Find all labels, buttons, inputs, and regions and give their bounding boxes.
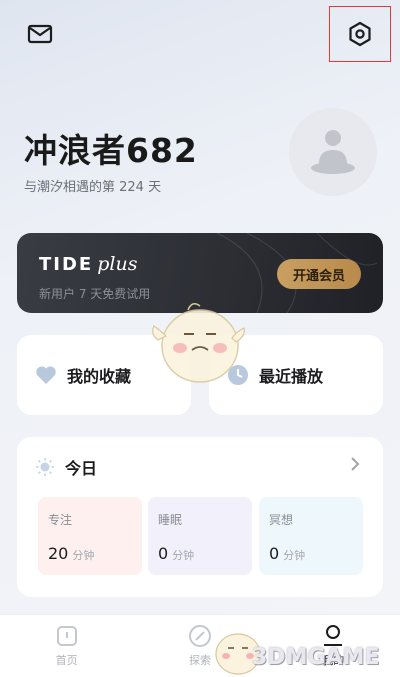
trial-subtitle: 新用户 7 天免费试用 (39, 287, 151, 301)
settings-button[interactable] (329, 6, 391, 62)
stat-value: 0 (158, 544, 169, 563)
mail-icon (27, 24, 53, 44)
today-header: 今日 (35, 455, 97, 479)
stat-label: 睡眠 (158, 513, 183, 527)
favorites-label: 我的收藏 (67, 367, 132, 386)
today-card[interactable]: 今日 专注 20 分钟 睡眠 0 分钟 冥想 0 分钟 (17, 437, 383, 597)
stat-label: 专注 (48, 513, 73, 527)
chevron-right-icon[interactable] (349, 455, 361, 477)
stat-label: 冥想 (269, 513, 294, 527)
stat-unit: 分钟 (72, 549, 95, 562)
settings-icon (349, 21, 371, 47)
username: 冲浪者682 (24, 131, 198, 170)
clock-icon (228, 365, 248, 385)
home-icon (56, 626, 77, 646)
tide-plus-logo: TIDE plus (39, 253, 138, 275)
open-membership-button[interactable]: 开通会员 (277, 259, 361, 289)
stat-unit: 分钟 (283, 549, 306, 562)
tide-plus-card[interactable]: TIDE plus 新用户 7 天免费试用 开通会员 (17, 233, 383, 313)
compass-icon (188, 625, 211, 647)
stat-value: 0 (269, 544, 280, 563)
sun-icon (36, 458, 54, 476)
watermark-text: 3DMGAME (252, 645, 380, 670)
recent-played-card[interactable]: 最近播放 (209, 335, 383, 415)
stat-meditation[interactable]: 冥想 0 分钟 (259, 497, 363, 575)
recent-label: 最近播放 (259, 367, 324, 386)
days-count-text: 与潮汐相遇的第 224 天 (24, 180, 162, 195)
heart-icon (36, 366, 56, 384)
avatar[interactable] (289, 108, 377, 196)
stat-value: 20 (48, 544, 69, 563)
favorites-card[interactable]: 我的收藏 (17, 335, 191, 415)
tab-home[interactable]: 首页 (0, 615, 133, 677)
tab-home-label: 首页 (55, 654, 78, 667)
stat-unit: 分钟 (172, 549, 195, 562)
tab-explore[interactable]: 探索 (133, 615, 266, 677)
tab-explore-label: 探索 (188, 654, 211, 667)
today-title: 今日 (65, 459, 98, 478)
meditation-avatar-icon (311, 130, 355, 174)
stat-sleep[interactable]: 睡眠 0 分钟 (148, 497, 252, 575)
stat-focus[interactable]: 专注 20 分钟 (38, 497, 142, 575)
mail-button[interactable] (24, 20, 56, 48)
